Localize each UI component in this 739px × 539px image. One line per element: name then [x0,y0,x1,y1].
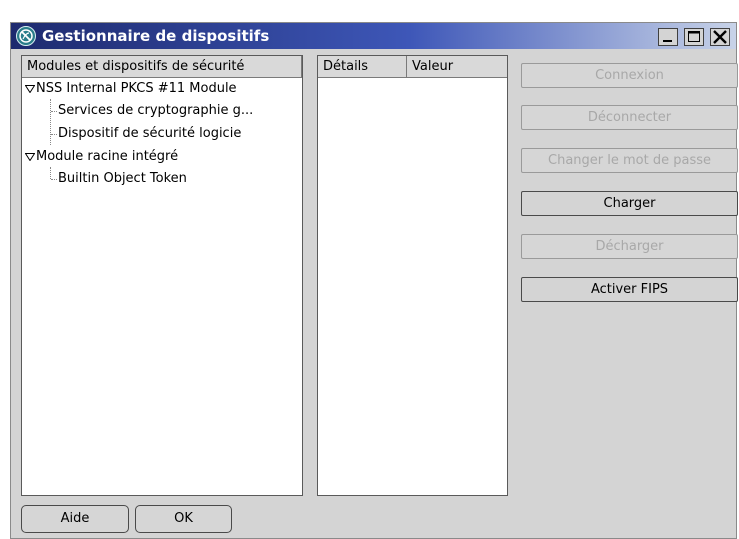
tree-item-crypto-services[interactable]: Services de cryptographie g... [58,101,253,121]
tree-connector [50,167,51,179]
tree-column-header[interactable]: Modules et dispositifs de sécurité [22,56,302,78]
nss-globe-icon [16,26,36,46]
tree-item-software-device[interactable]: Dispositif de sécurité logicie [58,124,241,144]
triangle-down-icon [25,85,35,93]
close-icon [713,30,727,44]
value-column-header[interactable]: Valeur [407,56,507,78]
details-table[interactable]: Détails Valeur [317,55,508,496]
tree-item-nss-internal[interactable]: NSS Internal PKCS #11 Module [25,79,237,99]
tree-item-label: Builtin Object Token [58,171,187,186]
tree-connector [51,179,57,180]
disconnect-button[interactable]: Déconnecter [521,105,738,130]
modules-tree[interactable]: Modules et dispositifs de sécurité NSS I… [21,55,303,496]
title-bar[interactable]: Gestionnaire de dispositifs [11,23,736,49]
load-button[interactable]: Charger [521,191,738,216]
help-button[interactable]: Aide [21,505,129,533]
connect-button[interactable]: Connexion [521,63,738,88]
ok-button[interactable]: OK [135,505,232,533]
maximize-button[interactable] [684,28,704,46]
tree-connector [50,99,51,145]
device-manager-window: Gestionnaire de dispositifs Modules et d… [10,22,738,539]
triangle-down-icon [25,153,35,161]
tree-connector [51,134,57,135]
tree-item-builtin-module[interactable]: Module racine intégré [25,147,178,167]
minimize-button[interactable] [658,28,678,46]
tree-item-label: Dispositif de sécurité logicie [58,126,242,141]
tree-item-label: Module racine intégré [36,149,179,164]
enable-fips-button[interactable]: Activer FIPS [521,277,738,302]
tree-connector [51,111,57,112]
unload-button[interactable]: Décharger [521,234,738,259]
tree-item-label: Services de cryptographie g... [58,103,254,118]
change-password-button[interactable]: Changer le mot de passe [521,148,738,173]
details-column-header[interactable]: Détails [318,56,407,78]
tree-item-label: NSS Internal PKCS #11 Module [36,81,237,96]
minimize-icon [663,40,672,42]
window-title: Gestionnaire de dispositifs [42,27,270,45]
maximize-icon [688,31,700,42]
tree-item-builtin-token[interactable]: Builtin Object Token [58,169,187,189]
close-button[interactable] [710,28,730,46]
